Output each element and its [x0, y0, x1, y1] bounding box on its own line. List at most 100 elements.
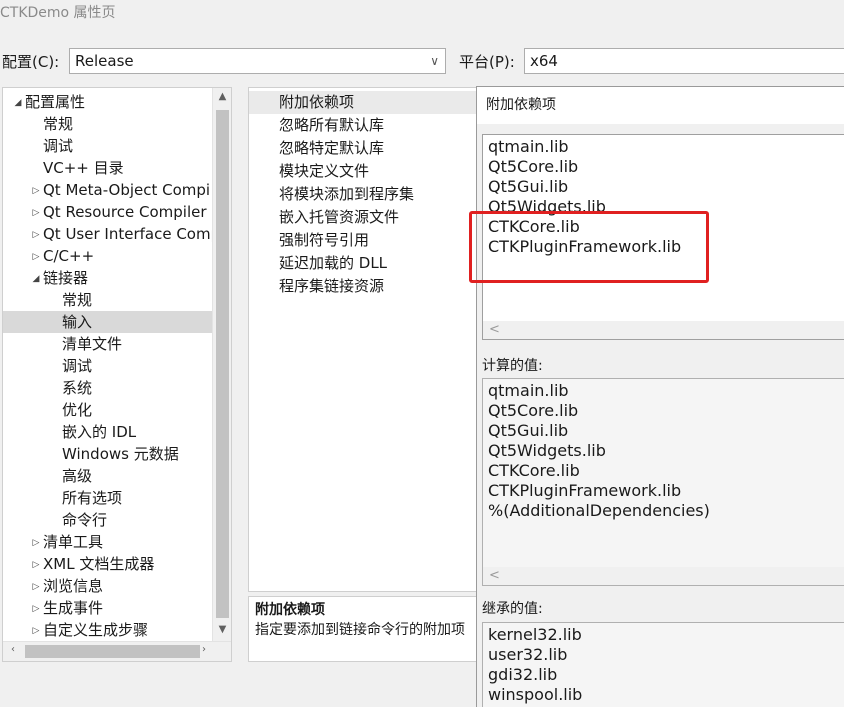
triangle-right-icon[interactable]: ▷: [29, 598, 43, 620]
property-list: 附加依赖项 忽略所有默认库 忽略特定默认库 模块定义文件 将模块添加到程序集 嵌入托管资源…: [248, 87, 488, 592]
tree-item[interactable]: ◢ 链接器: [3, 267, 212, 289]
scroll-up-icon[interactable]: ▲: [213, 91, 231, 102]
computed-values-label: 计算的值:: [482, 358, 543, 374]
tree-item[interactable]: ▷ Qt User Interface Comp: [3, 223, 212, 245]
property-row[interactable]: 模块定义文件: [249, 160, 487, 183]
tree-item[interactable]: ▷ 清单工具: [3, 531, 212, 553]
computed-values-box: qtmain.lib Qt5Core.lib Qt5Gui.lib Qt5Widget…: [482, 378, 844, 586]
tree-item-label: Qt Meta-Object Compi: [43, 181, 211, 199]
scroll-left-icon[interactable]: <: [489, 567, 500, 585]
platform-label: 平台(P):: [459, 53, 515, 71]
edit-horizontal-scrollbar[interactable]: <: [483, 321, 844, 339]
tree-item[interactable]: Windows 元数据: [3, 443, 212, 465]
property-tree: ◢ 配置属性 常规 调试 VC++ 目录 ▷ Qt Meta-Object Compi ▷ Qt…: [2, 87, 232, 662]
triangle-right-icon[interactable]: ▷: [29, 224, 43, 246]
property-row[interactable]: 延迟加载的 DLL: [249, 252, 487, 275]
tree-item[interactable]: ▷ Qt Meta-Object Compi: [3, 179, 212, 201]
property-row[interactable]: 附加依赖项: [249, 91, 487, 114]
configuration-combo[interactable]: Release ∨: [69, 48, 446, 74]
platform-combo[interactable]: x64: [524, 48, 844, 74]
tree-horizontal-scrollbar[interactable]: ‹ ›: [3, 641, 231, 661]
property-row[interactable]: 忽略所有默认库: [249, 114, 487, 137]
tree-item[interactable]: ▷ 生成事件: [3, 597, 212, 619]
scroll-left-icon[interactable]: <: [489, 321, 500, 339]
property-row[interactable]: 忽略特定默认库: [249, 137, 487, 160]
platform-value: x64: [530, 52, 558, 70]
property-description: 附加依赖项 指定要添加到链接命令行的附加项: [248, 596, 488, 662]
triangle-right-icon[interactable]: ▷: [29, 576, 43, 598]
tree-item[interactable]: ◢ 配置属性: [3, 91, 212, 113]
tree-item-label: 输入: [62, 313, 93, 331]
computed-horizontal-scrollbar[interactable]: <: [483, 567, 844, 585]
dependency-line: user32.lib: [488, 645, 568, 664]
scroll-down-icon[interactable]: ▼: [213, 624, 231, 635]
inherited-values-label: 继承的值:: [482, 601, 543, 617]
tree-item-label: 清单文件: [62, 335, 123, 353]
tree-item[interactable]: 输入: [3, 311, 212, 333]
tree-item[interactable]: ▷ 自定义生成步骤: [3, 619, 212, 641]
tree-item[interactable]: ▷ C/C++: [3, 245, 212, 267]
tree-item-label: 浏览信息: [43, 577, 104, 595]
additional-dependencies-dialog: 附加依赖项 qtmain.lib Qt5Core.lib Qt5Gui.lib Qt5…: [476, 86, 844, 707]
window-title: CTKDemo 属性页: [0, 5, 116, 21]
property-row[interactable]: 程序集链接资源: [249, 275, 487, 298]
scroll-right-icon[interactable]: ›: [197, 644, 211, 655]
property-row[interactable]: 将模块添加到程序集: [249, 183, 487, 206]
triangle-right-icon[interactable]: ▷: [29, 554, 43, 576]
tree-item[interactable]: ▷ XML 文档生成器: [3, 553, 212, 575]
tree-item[interactable]: 调试: [3, 355, 212, 377]
tree-item[interactable]: VC++ 目录: [3, 157, 212, 179]
scroll-thumb[interactable]: [25, 645, 200, 658]
tree-item-label: 高级: [62, 467, 93, 485]
dependency-line: qtmain.lib: [488, 137, 569, 156]
tree-item[interactable]: 优化: [3, 399, 212, 421]
tree-item-label: Qt User Interface Comp: [43, 225, 212, 243]
description-title: 附加依赖项: [255, 602, 325, 618]
tree-item-label: 嵌入的 IDL: [62, 423, 137, 441]
triangle-right-icon[interactable]: ▷: [29, 620, 43, 642]
tree-item-label: 清单工具: [43, 533, 104, 551]
triangle-down-icon[interactable]: ◢: [29, 268, 43, 290]
tree-item-label: XML 文档生成器: [43, 555, 155, 573]
tree-item-label: 命令行: [62, 511, 108, 529]
tree-item-label: 链接器: [43, 269, 89, 287]
property-row[interactable]: 嵌入托管资源文件: [249, 206, 487, 229]
tree-item[interactable]: 常规: [3, 113, 212, 135]
tree-item[interactable]: 系统: [3, 377, 212, 399]
tree-item[interactable]: 常规: [3, 289, 212, 311]
dependency-line: Qt5Widgets.lib: [488, 441, 606, 460]
red-highlight-box: [469, 211, 709, 283]
triangle-right-icon[interactable]: ▷: [29, 202, 43, 224]
tree-item[interactable]: 命令行: [3, 509, 212, 531]
tree-item-label: C/C++: [43, 247, 95, 265]
tree-item[interactable]: ▷ 浏览信息: [3, 575, 212, 597]
dependency-line: Qt5Core.lib: [488, 157, 579, 176]
scroll-left-icon[interactable]: ‹: [6, 644, 20, 655]
tree-item-label: 所有选项: [62, 489, 123, 507]
triangle-right-icon[interactable]: ▷: [29, 180, 43, 202]
dependency-line: Qt5Gui.lib: [488, 177, 569, 196]
triangle-down-icon[interactable]: ◢: [11, 92, 25, 114]
triangle-right-icon[interactable]: ▷: [29, 532, 43, 554]
tree-item[interactable]: 高级: [3, 465, 212, 487]
triangle-right-icon[interactable]: ▷: [29, 246, 43, 268]
scroll-thumb[interactable]: [216, 110, 229, 618]
tree-item[interactable]: 调试: [3, 135, 212, 157]
tree-item-label: 自定义生成步骤: [43, 621, 149, 639]
chevron-down-icon: ∨: [430, 54, 439, 68]
dependency-line: CTKPluginFramework.lib: [488, 481, 682, 500]
dependency-line: winspool.lib: [488, 685, 583, 704]
property-row[interactable]: 强制符号引用: [249, 229, 487, 252]
dependency-line: CTKCore.lib: [488, 461, 580, 480]
dependency-line: kernel32.lib: [488, 625, 582, 644]
dependency-line: %(AdditionalDependencies): [488, 501, 710, 520]
config-label: 配置(C):: [2, 53, 60, 71]
tree-item[interactable]: 嵌入的 IDL: [3, 421, 212, 443]
tree-vertical-scrollbar[interactable]: ▲ ▼: [212, 88, 231, 641]
tree-item-label: 生成事件: [43, 599, 104, 617]
tree-item-label: Windows 元数据: [62, 445, 179, 463]
tree-item[interactable]: 所有选项: [3, 487, 212, 509]
tree-item[interactable]: 清单文件: [3, 333, 212, 355]
tree-item[interactable]: ▷ Qt Resource Compiler: [3, 201, 212, 223]
tree-item-label: VC++ 目录: [43, 159, 124, 177]
